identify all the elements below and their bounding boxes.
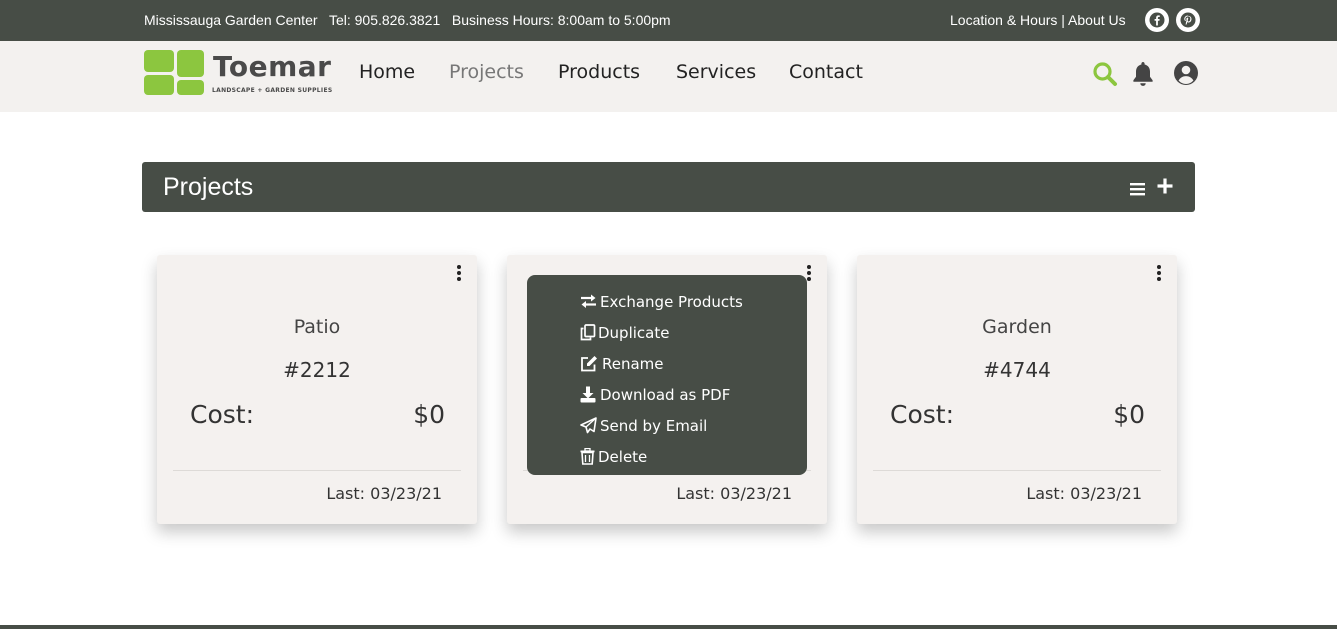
edit-icon	[581, 356, 597, 372]
cost-label: Cost:	[190, 400, 255, 429]
plus-icon[interactable]	[1157, 178, 1173, 198]
nav-projects[interactable]: Projects	[449, 61, 524, 83]
brand-tagline: LANDSCAPE + GARDEN SUPPLIES	[212, 87, 333, 94]
copy-icon	[580, 324, 596, 341]
logo-tile	[144, 75, 174, 95]
logo-tile	[144, 50, 174, 72]
last-modified: Last: 03/23/21	[326, 484, 442, 503]
cost-value: $0	[1113, 400, 1145, 429]
pinterest-icon[interactable]	[1176, 8, 1200, 32]
kebab-menu-icon[interactable]	[1155, 265, 1163, 281]
menu-item-label: Rename	[602, 355, 664, 373]
project-name: Garden	[982, 316, 1052, 338]
project-card[interactable]: Patio #2212 Cost: $0 Last: 03/23/21	[157, 255, 477, 524]
nav-products[interactable]: Products	[558, 61, 640, 83]
cost-label: Cost:	[890, 400, 955, 429]
logo-tile	[177, 50, 204, 77]
location-about-links[interactable]: Location & Hours | About Us	[950, 12, 1126, 28]
cost-value: $0	[413, 400, 445, 429]
send-icon	[580, 417, 597, 434]
menu-item-label: Delete	[598, 448, 648, 466]
last-modified: Last: 03/23/21	[676, 484, 792, 503]
kebab-menu-icon[interactable]	[455, 265, 463, 281]
logo-tile	[177, 80, 204, 95]
menu-item-label: Send by Email	[600, 417, 708, 435]
menu-item-label: Exchange Products	[600, 293, 743, 311]
facebook-icon[interactable]	[1145, 8, 1169, 32]
main-nav-bar: Toemar LANDSCAPE + GARDEN SUPPLIES Home …	[0, 41, 1337, 112]
card-divider	[173, 470, 461, 471]
menu-item-label: Duplicate	[598, 324, 670, 342]
project-number: #2212	[283, 358, 351, 382]
user-icon[interactable]	[1173, 60, 1199, 90]
nav-home[interactable]: Home	[359, 61, 415, 83]
list-icon[interactable]	[1130, 181, 1146, 200]
projects-title: Projects	[163, 173, 254, 201]
exchange-icon	[581, 294, 596, 308]
trash-icon	[580, 448, 595, 465]
card-divider	[873, 470, 1161, 471]
project-card[interactable]: Garden #4744 Cost: $0 Last: 03/23/21	[857, 255, 1177, 524]
bell-icon[interactable]	[1131, 60, 1155, 92]
nav-contact[interactable]: Contact	[789, 61, 863, 83]
nav-services[interactable]: Services	[676, 61, 756, 83]
card-options-menu: Exchange Products Duplicate Rename Downl…	[527, 275, 807, 475]
search-icon[interactable]	[1091, 60, 1119, 92]
brand-name: Toemar	[213, 50, 332, 83]
footer-edge	[0, 625, 1337, 629]
last-modified: Last: 03/23/21	[1026, 484, 1142, 503]
menu-item-label: Download as PDF	[600, 386, 731, 404]
store-info: Mississauga Garden Center Tel: 905.826.3…	[144, 12, 671, 28]
project-card[interactable]: Last: 03/23/21 Exchange Products Duplica…	[507, 255, 827, 524]
top-info-bar: Mississauga Garden Center Tel: 905.826.3…	[0, 0, 1337, 41]
project-name: Patio	[293, 316, 341, 338]
toemar-logo[interactable]: Toemar LANDSCAPE + GARDEN SUPPLIES	[144, 50, 334, 98]
download-icon	[580, 386, 596, 403]
project-number: #4744	[983, 358, 1051, 382]
projects-header-bar: Projects	[142, 162, 1195, 212]
